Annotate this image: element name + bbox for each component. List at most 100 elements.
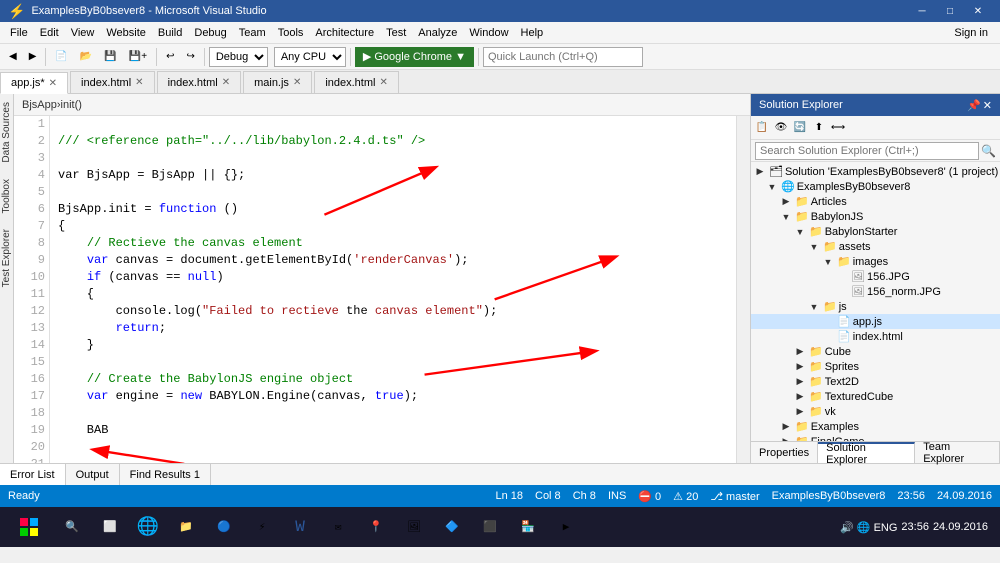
menu-view[interactable]: View	[65, 25, 101, 41]
taskbar-vs[interactable]: ⚡	[244, 508, 280, 546]
taskbar-blender[interactable]: 🔷	[434, 508, 470, 546]
toolbar-back[interactable]: ◀	[4, 47, 22, 67]
close-button[interactable]: ✕	[964, 0, 992, 22]
tab-indexhtml1[interactable]: index.html ✕	[70, 71, 155, 93]
menu-architecture[interactable]: Architecture	[309, 25, 380, 41]
babylonstarter-arrow: ▼	[793, 227, 807, 237]
images-label: images	[853, 256, 888, 268]
menu-website[interactable]: Website	[100, 25, 152, 41]
tab-appjs[interactable]: app.js* ✕	[0, 72, 68, 94]
sol-tab-team-explorer[interactable]: Team Explorer	[915, 442, 1000, 463]
tree-156jpg[interactable]: 🖼 156.JPG	[751, 269, 1000, 284]
tree-text2d[interactable]: ▶ 📁 Text2D	[751, 374, 1000, 389]
tree-images[interactable]: ▼ 📁 images	[751, 254, 1000, 269]
sol-sync-btn[interactable]: ⟷	[829, 119, 847, 137]
sol-refresh-btn[interactable]: 🔄	[791, 119, 809, 137]
menu-build[interactable]: Build	[152, 25, 188, 41]
toolbar-save[interactable]: 💾	[99, 47, 121, 67]
sol-tab-properties[interactable]: Properties	[751, 442, 818, 463]
taskbar-media[interactable]: ▶	[548, 508, 584, 546]
tab-close-indexhtml2[interactable]: ✕	[222, 77, 230, 88]
tree-babylonstarter[interactable]: ▼ 📁 BabylonStarter	[751, 224, 1000, 239]
toolbar-forward[interactable]: ▶	[24, 47, 42, 67]
sol-properties-btn[interactable]: 📋	[753, 119, 771, 137]
sol-tab-solution-explorer[interactable]: Solution Explorer	[818, 442, 915, 463]
tree-assets[interactable]: ▼ 📁 assets	[751, 239, 1000, 254]
tree-cube[interactable]: ▶ 📁 Cube	[751, 344, 1000, 359]
taskbar-edge[interactable]: 🌐	[130, 508, 166, 546]
tree-examples[interactable]: ▶ 📁 Examples	[751, 419, 1000, 434]
sol-collapse-btn[interactable]: ⬆	[810, 119, 828, 137]
maximize-button[interactable]: □	[936, 0, 964, 22]
testexplorer-label[interactable]: Test Explorer	[0, 221, 13, 295]
tab-find-results[interactable]: Find Results 1	[120, 464, 211, 485]
taskbar-explorer[interactable]: 📁	[168, 508, 204, 546]
tab-indexhtml2[interactable]: index.html ✕	[157, 71, 242, 93]
solution-tree[interactable]: ▶ 🗂 Solution 'ExamplesByB0bsever8' (1 pr…	[751, 162, 1000, 441]
menu-window[interactable]: Window	[463, 25, 514, 41]
tree-project[interactable]: ▼ 🌐 ExamplesByB0bsever8	[751, 179, 1000, 194]
datasources-label[interactable]: Data Sources	[0, 94, 13, 171]
sol-close-button[interactable]: ✕	[983, 99, 992, 112]
toolbox-label[interactable]: Toolbox	[0, 171, 13, 221]
tree-articles[interactable]: ▶ 📁 Articles	[751, 194, 1000, 209]
toolbar-open[interactable]: 📂	[75, 47, 97, 67]
tree-indexhtml-bs[interactable]: 📄 index.html	[751, 329, 1000, 344]
menu-help[interactable]: Help	[515, 25, 550, 41]
toolbar-redo[interactable]: ↪	[181, 47, 199, 67]
menu-file[interactable]: File	[4, 25, 34, 41]
sol-pin-button[interactable]: 📌	[967, 99, 981, 112]
taskbar-photos[interactable]: 🖼	[396, 508, 432, 546]
taskbar-cmd[interactable]: ⬛	[472, 508, 508, 546]
window-controls[interactable]: ─ □ ✕	[908, 0, 992, 22]
tab-error-list[interactable]: Error List	[0, 464, 66, 485]
solution-toolbar: 📋 👁 🔄 ⬆ ⟷	[751, 116, 1000, 140]
tree-sprites[interactable]: ▶ 📁 Sprites	[751, 359, 1000, 374]
tree-texturedcube[interactable]: ▶ 📁 TexturedCube	[751, 389, 1000, 404]
tree-156normjpg[interactable]: 🖼 156_norm.JPG	[751, 284, 1000, 299]
taskbar-store[interactable]: 🏪	[510, 508, 546, 546]
tree-appjs[interactable]: 📄 app.js	[751, 314, 1000, 329]
tab-indexhtml3[interactable]: index.html ✕	[314, 71, 399, 93]
toolbar-new[interactable]: 📄	[50, 47, 72, 67]
tab-mainjs[interactable]: main.js ✕	[243, 71, 312, 93]
tab-output[interactable]: Output	[66, 464, 120, 485]
bottom-tabs: Error List Output Find Results 1	[0, 463, 1000, 485]
tree-solution[interactable]: ▶ 🗂 Solution 'ExamplesByB0bsever8' (1 pr…	[751, 164, 1000, 179]
taskbar-chrome[interactable]: 🔵	[206, 508, 242, 546]
code-content[interactable]: 1234 5678 9101112 13141516 17181920 2122…	[14, 116, 750, 463]
taskbar-email[interactable]: ✉	[320, 508, 356, 546]
menu-test[interactable]: Test	[380, 25, 412, 41]
taskbar-word[interactable]: W	[282, 508, 318, 546]
tree-vk[interactable]: ▶ 📁 vk	[751, 404, 1000, 419]
tab-close-indexhtml3[interactable]: ✕	[379, 77, 387, 88]
solution-search-input[interactable]	[755, 142, 979, 160]
taskbar-maps[interactable]: 📍	[358, 508, 394, 546]
toolbar-undo[interactable]: ↩	[161, 47, 179, 67]
debug-config-select[interactable]: Debug	[209, 47, 268, 67]
quick-launch-input[interactable]	[483, 47, 643, 67]
toolbar-save-all[interactable]: 💾+	[124, 47, 152, 67]
menu-analyze[interactable]: Analyze	[412, 25, 463, 41]
menu-team[interactable]: Team	[233, 25, 272, 41]
tab-close-mainjs[interactable]: ✕	[293, 77, 301, 88]
taskbar-search[interactable]: 🔍	[54, 508, 90, 546]
code-scrollbar[interactable]	[736, 116, 750, 463]
code-editor[interactable]: /// <reference path="../../lib/babylon.2…	[50, 116, 736, 463]
tree-babylonjs[interactable]: ▼ 📁 BabylonJS	[751, 209, 1000, 224]
minimize-button[interactable]: ─	[908, 0, 936, 22]
sign-in-link[interactable]: Sign in	[946, 25, 996, 41]
run-button[interactable]: ▶ Google Chrome ▼	[355, 47, 474, 67]
tree-js[interactable]: ▼ 📁 js	[751, 299, 1000, 314]
tab-close-appjs[interactable]: ✕	[49, 78, 57, 89]
sol-show-all-btn[interactable]: 👁	[772, 119, 790, 137]
taskbar-taskview[interactable]: ⬜	[92, 508, 128, 546]
menu-edit[interactable]: Edit	[34, 25, 65, 41]
start-button[interactable]	[4, 508, 54, 546]
cpu-select[interactable]: Any CPU	[274, 47, 346, 67]
tab-close-indexhtml1[interactable]: ✕	[135, 77, 143, 88]
menu-debug[interactable]: Debug	[188, 25, 232, 41]
menu-tools[interactable]: Tools	[272, 25, 310, 41]
js-icon: 📁	[823, 300, 837, 313]
toolbar-sep3	[204, 48, 205, 66]
